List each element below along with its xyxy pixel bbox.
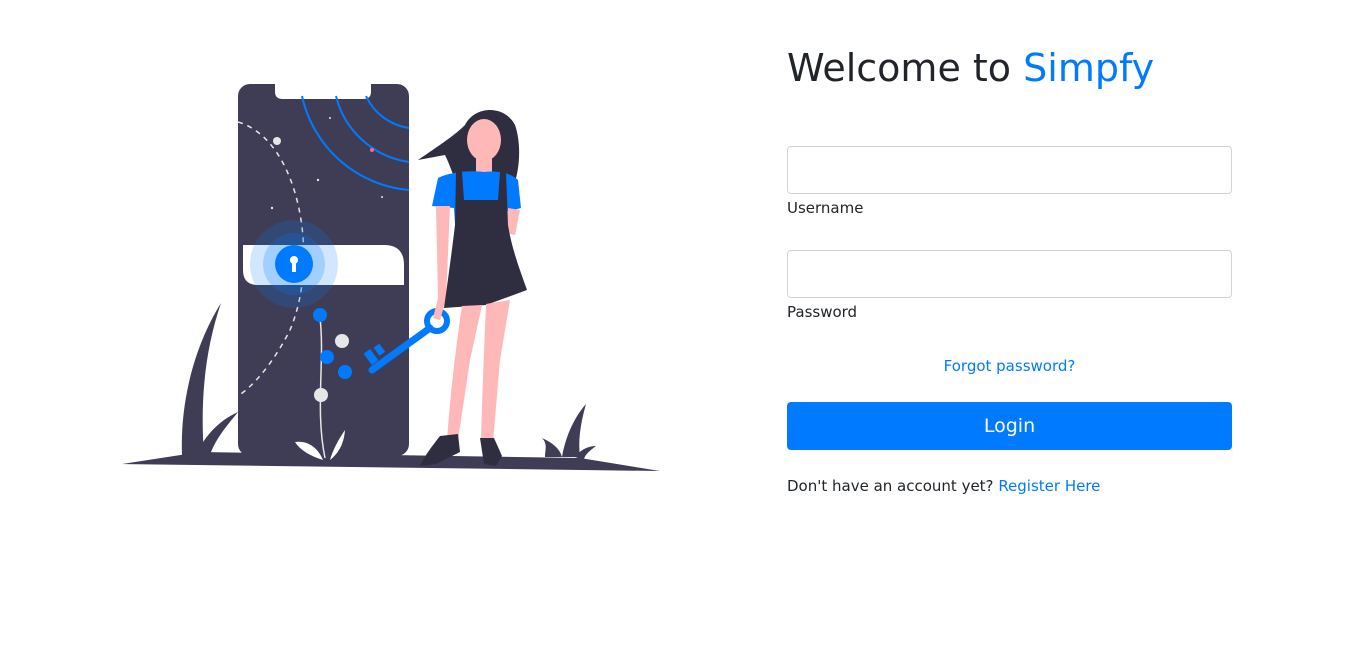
- forgot-password-link[interactable]: Forgot password?: [944, 357, 1076, 375]
- username-label: Username: [787, 199, 864, 217]
- register-link[interactable]: Register Here: [998, 477, 1100, 495]
- login-illustration: [122, 84, 660, 471]
- password-input[interactable]: [787, 250, 1232, 298]
- password-label: Password: [787, 303, 858, 321]
- register-row: Don't have an account yet? Register Here: [787, 476, 1232, 496]
- grass-right-icon: [562, 404, 586, 457]
- woman-figure-icon: [418, 110, 527, 466]
- login-button[interactable]: Login: [787, 402, 1232, 450]
- login-panel: Welcome to Simpfy Username Password Forg…: [787, 40, 1232, 495]
- username-input[interactable]: [787, 146, 1232, 194]
- forgot-password-row: Forgot password?: [787, 356, 1232, 376]
- title-prefix: Welcome to: [787, 46, 1012, 90]
- password-field-group: Password: [787, 250, 1232, 322]
- page-title: Welcome to Simpfy: [787, 40, 1232, 96]
- username-field-group: Username: [787, 146, 1232, 218]
- register-prompt: Don't have an account yet?: [787, 477, 994, 495]
- brand-name: Simpfy: [1023, 46, 1155, 90]
- login-page: Welcome to Simpfy Username Password Forg…: [0, 0, 1357, 652]
- lock-icon: [250, 220, 338, 308]
